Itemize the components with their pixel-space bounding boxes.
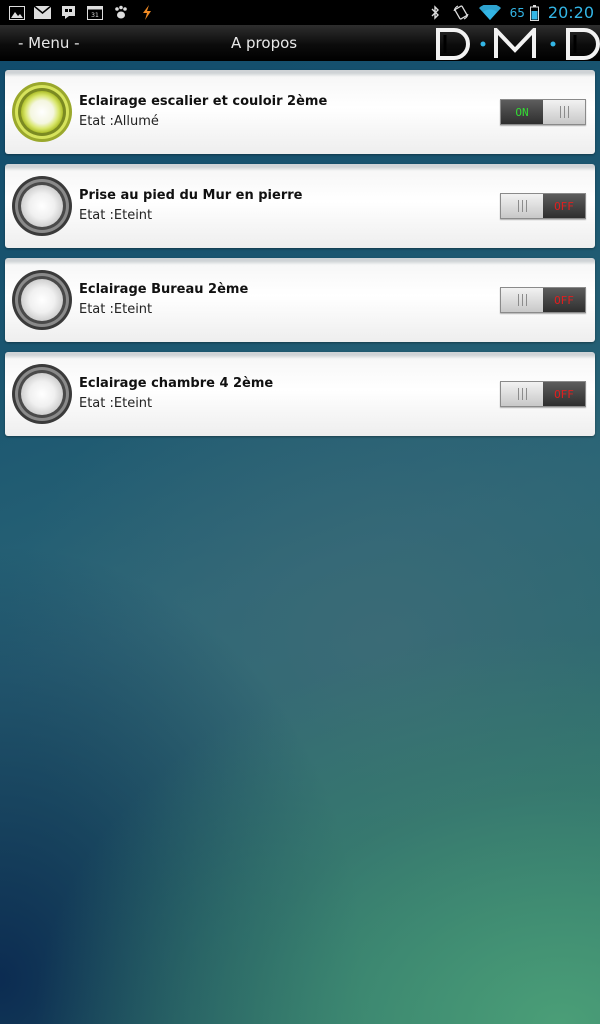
action-bar: - Menu - A propos [0,24,600,61]
lamp-off-icon [11,363,73,425]
toggle-grip [543,100,585,124]
calendar-icon: 31 [86,5,103,20]
grip-icon [559,106,569,118]
device-state: Etat :Allumé [79,114,159,129]
toggle-label: ON [515,105,529,119]
lamp-off-icon [11,175,73,237]
toggle-label: OFF [554,199,574,213]
svg-text:31: 31 [91,12,99,19]
system-icons: 65 20:20 [427,3,594,22]
gmail-icon [34,5,51,20]
screen-rotate-icon [453,5,470,20]
toggle-grip [501,288,543,312]
toggle-off-side: OFF [543,194,585,218]
talk-icon [60,5,77,20]
device-list: Eclairage escalier et couloir 2ème Etat … [5,70,595,446]
device-card[interactable]: Eclairage chambre 4 2ème Etat :Eteint OF… [5,352,595,436]
grip-icon [517,200,527,212]
bluetooth-icon [427,5,444,20]
grip-icon [517,294,527,306]
battery-icon [529,4,539,21]
grip-icon [517,388,527,400]
wifi-icon [478,5,501,20]
device-card[interactable]: Prise au pied du Mur en pierre Etat :Ete… [5,164,595,248]
device-toggle[interactable]: OFF [500,287,586,313]
dmd-logo [432,24,600,60]
status-bar: 31 65 20:20 [0,0,600,25]
paw-icon [112,5,129,20]
lamp-on-icon [11,81,73,143]
clock: 20:20 [547,3,594,22]
toggle-grip [501,382,543,406]
toggle-off-side: OFF [543,382,585,406]
lamp-off-icon [11,269,73,331]
device-card[interactable]: Eclairage Bureau 2ème Etat :Eteint OFF [5,258,595,342]
battery-percent: 65 [509,5,525,20]
menu-button[interactable]: - Menu - [18,25,80,61]
device-toggle[interactable]: OFF [500,381,586,407]
device-state: Etat :Eteint [79,302,153,317]
device-name: Eclairage chambre 4 2ème [79,376,274,391]
toggle-label: OFF [554,387,574,401]
device-name: Eclairage escalier et couloir 2ème [79,94,328,109]
notification-icons: 31 [8,5,155,20]
device-state: Etat :Eteint [79,208,153,223]
toggle-on-side: ON [501,100,543,124]
gallery-icon [8,5,25,20]
device-card[interactable]: Eclairage escalier et couloir 2ème Etat … [5,70,595,154]
toggle-label: OFF [554,293,574,307]
toggle-grip [501,194,543,218]
device-toggle[interactable]: OFF [500,193,586,219]
device-toggle[interactable]: ON [500,99,586,125]
device-state: Etat :Eteint [79,396,153,411]
device-name: Eclairage Bureau 2ème [79,282,249,297]
toggle-off-side: OFF [543,288,585,312]
device-name: Prise au pied du Mur en pierre [79,188,303,203]
page-title[interactable]: A propos [231,25,297,61]
charging-icon [138,5,155,20]
